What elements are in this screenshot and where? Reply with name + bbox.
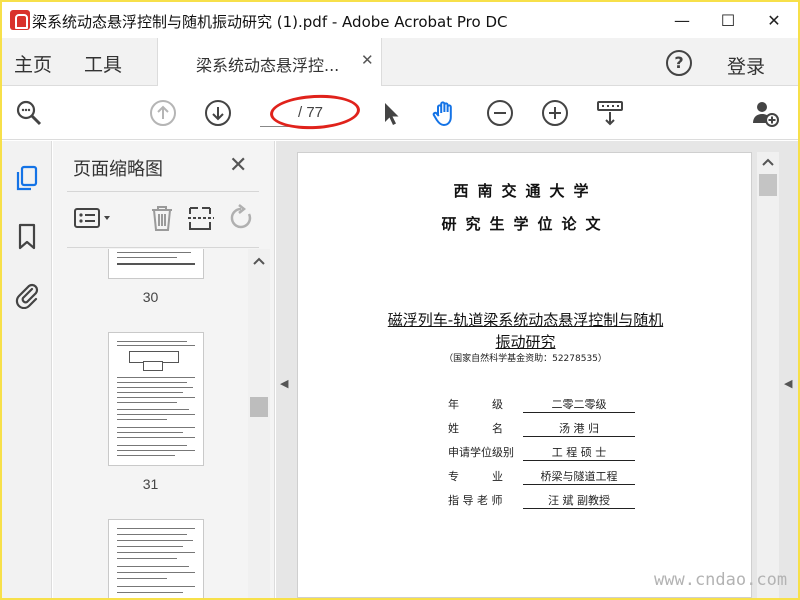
info-label: 指 导 老 师	[448, 494, 503, 507]
scrollbar-thumb[interactable]	[759, 174, 777, 196]
thumbnail-scrollbar[interactable]	[248, 249, 270, 598]
info-label: 专 业	[448, 470, 503, 483]
page-thumbnails-icon[interactable]	[12, 163, 42, 193]
bookmarks-icon[interactable]	[12, 221, 42, 251]
document-tab-label: 梁系统动态悬浮控...	[196, 56, 340, 75]
collapse-left-arrow-icon[interactable]: ◀	[280, 377, 288, 390]
zoom-out-icon[interactable]	[485, 98, 515, 128]
divider	[67, 247, 259, 248]
zoom-search-icon[interactable]	[14, 98, 44, 128]
window-title: 梁系统动态悬浮控制与随机振动研究 (1).pdf - Adobe Acrobat…	[32, 13, 508, 31]
university-name: 西南交通大学	[453, 182, 598, 200]
close-window-button[interactable]: ✕	[751, 2, 797, 38]
tab-home[interactable]: 主页	[14, 50, 52, 77]
page-thumbnail[interactable]	[108, 249, 204, 279]
pdf-page: 西南交通大学 研究生学位论文 磁浮列车-轨道梁系统动态悬浮控制与随机 振动研究 …	[297, 152, 752, 598]
rotate-page-icon[interactable]	[227, 203, 257, 233]
hand-tool-icon[interactable]	[430, 98, 460, 128]
page-thumbnail[interactable]	[108, 332, 204, 466]
maximize-button[interactable]: ☐	[705, 2, 751, 38]
page-number-label: 30	[142, 289, 159, 305]
divider	[67, 191, 259, 192]
title-bar: 梁系统动态悬浮控制与随机振动研究 (1).pdf - Adobe Acrobat…	[2, 2, 798, 38]
scroll-up-arrow-icon[interactable]	[762, 158, 774, 166]
tab-tools[interactable]: 工具	[84, 50, 122, 77]
delete-page-icon[interactable]	[147, 203, 177, 233]
zoom-in-icon[interactable]	[540, 98, 570, 128]
page-thumbnail[interactable]	[108, 519, 204, 598]
previous-page-icon[interactable]	[148, 98, 178, 128]
info-value: 工 程 硕 士	[523, 444, 635, 461]
document-scrollbar[interactable]	[757, 152, 779, 598]
watermark: www.cndao.com	[654, 570, 788, 590]
scroll-up-arrow-icon[interactable]	[253, 257, 265, 265]
info-label: 姓 名	[448, 422, 503, 435]
toolbar: / 77	[2, 86, 798, 140]
thesis-type: 研究生学位论文	[441, 215, 610, 233]
next-page-icon[interactable]	[203, 98, 233, 128]
thumbnails-panel: 页面缩略图 ✕ 30 31	[53, 141, 275, 598]
login-button[interactable]: 登录	[727, 52, 765, 79]
tab-bar: 主页 工具 梁系统动态悬浮控... ✕ ? 登录	[2, 38, 798, 86]
thumbnail-list: 30 31	[53, 249, 248, 598]
panel-title: 页面缩略图	[73, 159, 163, 180]
page-number-label: 31	[142, 476, 159, 492]
thesis-title-line-1: 磁浮列车-轨道梁系统动态悬浮控制与随机	[387, 311, 664, 329]
scroll-mode-icon[interactable]	[595, 98, 625, 128]
attachments-icon[interactable]	[12, 279, 42, 309]
tab-document[interactable]: 梁系统动态悬浮控... ✕	[157, 38, 382, 86]
info-value: 汪 斌 副教授	[523, 492, 635, 509]
close-panel-button[interactable]: ✕	[229, 153, 247, 178]
acrobat-window: 梁系统动态悬浮控制与随机振动研究 (1).pdf - Adobe Acrobat…	[2, 2, 798, 598]
collapse-right-arrow-icon[interactable]: ◀	[784, 377, 792, 390]
extract-pages-icon[interactable]	[186, 203, 216, 233]
thumbnail-options-icon[interactable]	[73, 203, 113, 233]
minimize-button[interactable]: —	[659, 2, 705, 38]
close-tab-button[interactable]: ✕	[361, 51, 374, 69]
scrollbar-thumb[interactable]	[250, 397, 268, 417]
info-label: 年 级	[448, 398, 503, 411]
select-cursor-icon[interactable]	[376, 98, 406, 128]
fund-note: （国家自然科学基金资助：52278535）	[444, 354, 607, 364]
thesis-title-line-2: 振动研究	[495, 333, 556, 351]
help-icon[interactable]: ?	[666, 50, 692, 76]
info-value: 汤 港 归	[523, 420, 635, 437]
acrobat-app-icon	[10, 10, 30, 30]
info-label: 申请学位级别	[448, 446, 514, 459]
info-value: 桥梁与隧道工程	[523, 468, 635, 485]
left-rail	[2, 141, 52, 598]
share-user-icon[interactable]	[750, 98, 780, 128]
info-value: 二零二零级	[523, 396, 635, 413]
